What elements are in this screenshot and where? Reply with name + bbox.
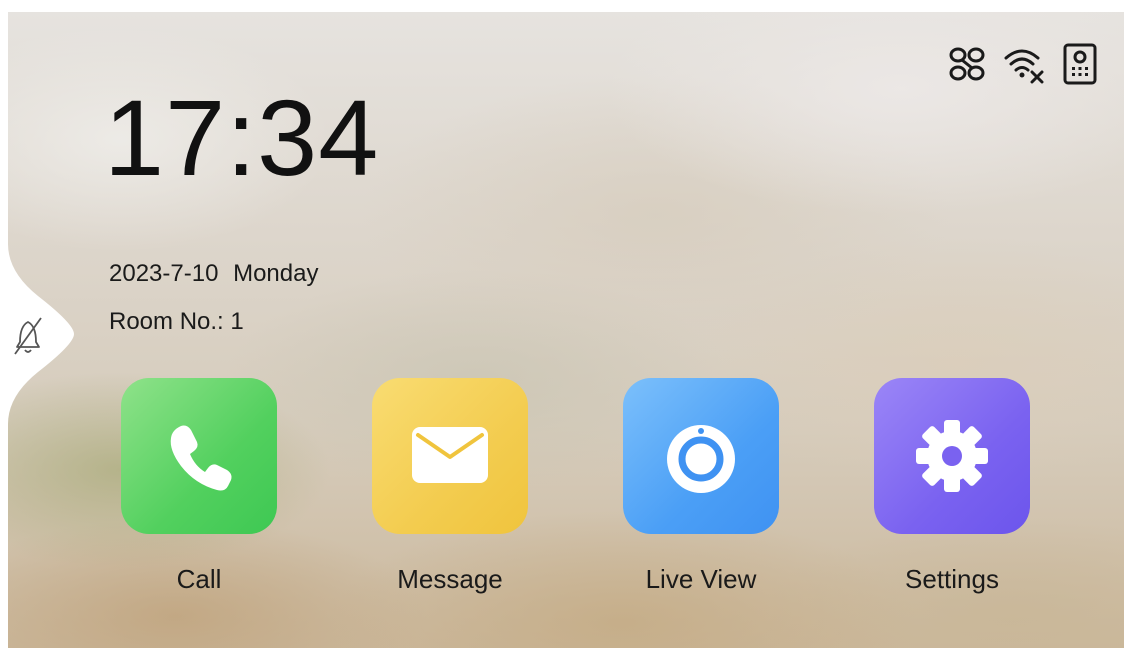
link-status-icon[interactable] [946,42,990,86]
camera-icon [667,425,735,493]
wifi-disconnected-icon[interactable] [1002,42,1046,86]
live-view-app[interactable]: Live View [622,378,780,595]
call-tile[interactable] [121,378,277,534]
date-value: 2023-7-10 [109,260,219,287]
door-station-icon[interactable] [1058,42,1102,86]
gear-icon [916,420,988,492]
room-number: Room No.: 1 [109,308,244,335]
live-view-label: Live View [645,564,757,594]
home-screen: 17:34 2023-7-10 Monday Room No.: 1 Call [8,12,1124,648]
settings-tile[interactable] [874,378,1030,534]
message-label: Message [397,564,503,594]
clock-time: 17:34 [104,77,380,198]
settings-label: Settings [905,564,999,594]
weekday-value: Monday [233,260,319,287]
phone-icon [170,425,232,491]
side-pull-tab[interactable] [8,244,74,424]
app-grid: Call Message Live View Settings [120,378,1120,618]
live-view-tile[interactable] [623,378,779,534]
call-app[interactable]: Call [120,378,278,595]
envelope-icon [412,427,488,483]
message-app[interactable]: Message [371,378,529,595]
date-text: 2023-7-10 Monday [109,260,318,288]
settings-app[interactable]: Settings [873,378,1031,595]
status-bar [946,42,1102,86]
call-label: Call [176,564,222,594]
message-tile[interactable] [372,378,528,534]
